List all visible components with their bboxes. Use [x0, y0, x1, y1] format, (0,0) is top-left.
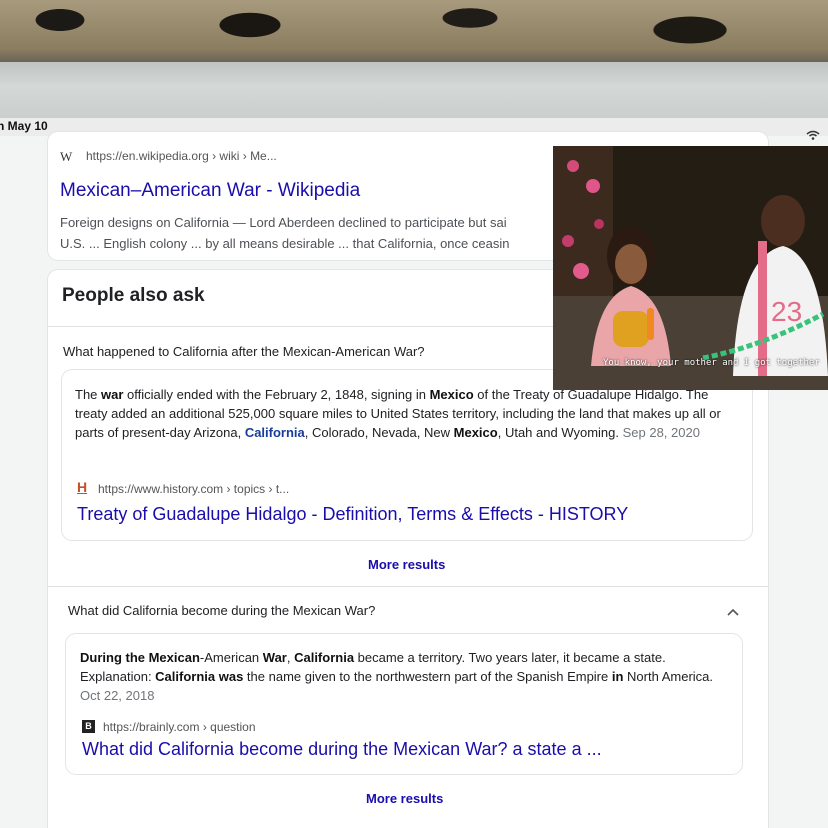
video-caption: You know, your mother and I got together [603, 358, 820, 368]
answer-text-2: During the Mexican-American War, Califor… [80, 650, 714, 703]
monitor-bezel [0, 62, 828, 122]
jersey-number: 23 [771, 296, 802, 327]
people-also-ask-heading: People also ask [62, 285, 205, 306]
wiki-url[interactable]: https://en.wikipedia.org › wiki › Me... [86, 149, 277, 163]
more-results-button-1[interactable]: More results [368, 557, 445, 572]
brainly-link-title[interactable]: What did California become during the Me… [82, 739, 602, 760]
chevron-up-icon[interactable] [727, 608, 739, 616]
history-icon: H [77, 479, 88, 495]
video-frame: 23 [553, 146, 828, 390]
more-results-button-2[interactable]: More results [366, 791, 443, 806]
wifi-icon [806, 130, 820, 140]
brainly-url[interactable]: https://brainly.com › question [103, 720, 256, 734]
wiki-snippet-line2: U.S. ... English colony ... by all means… [60, 236, 510, 251]
history-link-title[interactable]: Treaty of Guadalupe Hidalgo - Definition… [77, 504, 628, 525]
wikipedia-icon: W [60, 149, 73, 164]
history-url[interactable]: https://www.history.com › topics › t... [98, 482, 289, 496]
question-california-after-war[interactable]: What happened to California after the Me… [63, 344, 425, 359]
question-california-become[interactable]: What did California become during the Me… [68, 603, 375, 618]
video-overlay[interactable]: 23 You know, your mother and I got toget… [553, 146, 828, 390]
answer-date-2: Oct 22, 2018 [80, 688, 155, 703]
divider [48, 586, 768, 587]
brainly-icon: B [82, 720, 95, 733]
wiki-result-title[interactable]: Mexican–American War - Wikipedia [60, 180, 360, 202]
answer-text-1: The war officially ended with the Februa… [75, 387, 721, 440]
background-fabric [0, 0, 828, 70]
answer-date-1: Sep 28, 2020 [622, 425, 700, 440]
wiki-snippet-line1: Foreign designs on California — Lord Abe… [60, 215, 507, 230]
status-date: n May 10 [0, 119, 48, 133]
